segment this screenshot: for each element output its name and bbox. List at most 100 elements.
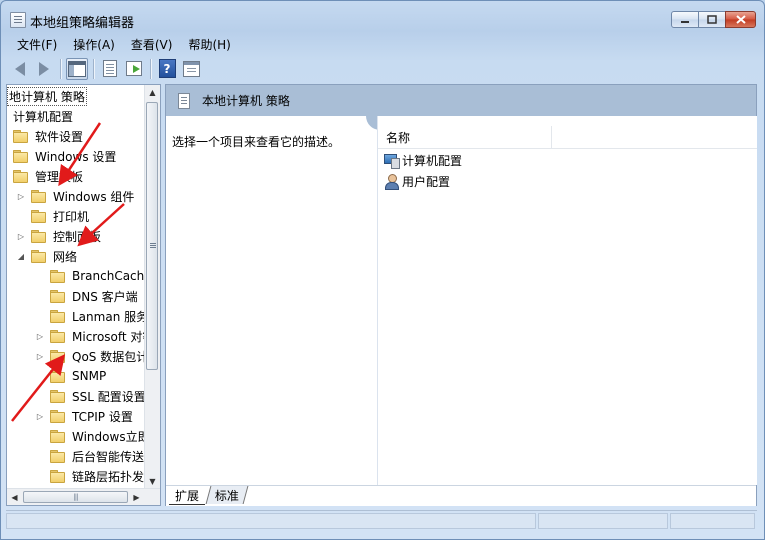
tree-item-windows-components[interactable]: ▷ Windows 组件	[17, 186, 146, 206]
properties-button[interactable]	[99, 58, 121, 80]
column-header-name[interactable]: 名称	[378, 126, 552, 148]
tree-item-windows-connect-now[interactable]: Windows立即连接	[50, 426, 146, 446]
title-bar[interactable]: 本地组策略编辑器	[1, 1, 764, 33]
list-item-label: 用户配置	[402, 174, 451, 189]
computer-icon	[384, 153, 400, 169]
action-pane-button[interactable]	[180, 58, 202, 80]
action-pane-icon	[182, 60, 200, 77]
folder-icon	[13, 150, 28, 163]
scroll-down-icon[interactable]: ▼	[145, 474, 160, 489]
app-icon	[10, 12, 26, 28]
tree-item-label: Lanman 服务器	[72, 309, 146, 324]
tree-item-label: 地计算机 策略	[7, 86, 87, 106]
list-item-computer-config[interactable]: 计算机配置	[384, 150, 462, 170]
details-body: 选择一个项目来查看它的描述。 名称 计算机配置 用户配置	[166, 116, 757, 485]
menu-bar: 文件(F) 操作(A) 查看(V) 帮助(H)	[9, 33, 758, 53]
details-pane: 本地计算机 策略 选择一个项目来查看它的描述。 名称 计算机配置 用户配置 扩展…	[165, 84, 757, 506]
tree-item-label: Windows立即连接	[72, 429, 146, 444]
tree-item-label: 软件设置	[35, 129, 84, 144]
tree-item-printers[interactable]: 打印机	[31, 206, 146, 226]
collapse-arrow-icon[interactable]: ◢	[17, 251, 25, 261]
back-button[interactable]	[9, 58, 31, 80]
description-text: 选择一个项目来查看它的描述。	[172, 135, 341, 149]
expand-arrow-icon[interactable]: ▷	[17, 231, 25, 241]
scroll-thumb[interactable]	[146, 102, 158, 370]
forward-button[interactable]	[33, 58, 55, 80]
details-header: 本地计算机 策略	[166, 85, 756, 116]
scroll-left-icon[interactable]: ◀	[7, 489, 22, 505]
tree-vertical-scrollbar[interactable]: ▲ ▼	[144, 85, 160, 489]
tab-label: 标准	[215, 488, 240, 503]
folder-icon	[50, 430, 65, 443]
expand-arrow-icon[interactable]: ▷	[36, 411, 44, 421]
tree-item-control-panel[interactable]: ▷ 控制面板	[17, 226, 146, 246]
tree-item-lanman-server[interactable]: Lanman 服务器	[50, 306, 146, 326]
list-item-user-config[interactable]: 用户配置	[384, 171, 450, 191]
tree-item-windows-settings[interactable]: Windows 设置	[13, 146, 146, 166]
menu-file[interactable]: 文件(F)	[9, 33, 65, 53]
expand-arrow-icon[interactable]: ▷	[17, 191, 25, 201]
tree-item-label: 打印机	[53, 209, 90, 224]
export-list-button[interactable]	[123, 58, 145, 80]
tree-item-label: SSL 配置设置	[72, 389, 146, 404]
scroll-right-icon[interactable]: ▶	[129, 489, 144, 505]
expand-arrow-icon[interactable]: ▷	[36, 351, 44, 361]
tree-item-label: BranchCache	[72, 269, 146, 283]
menu-help[interactable]: 帮助(H)	[180, 33, 238, 53]
tree-item-network[interactable]: ◢ 网络	[17, 246, 146, 266]
menu-view[interactable]: 查看(V)	[123, 33, 181, 53]
tree-item-label: TCPIP 设置	[72, 409, 133, 424]
tree-item-link-layer-topology[interactable]: 链路层拓扑发现	[50, 466, 146, 486]
tree-item-microsoft-p2p[interactable]: ▷ Microsoft 对等	[36, 326, 146, 346]
help-icon: ?	[158, 59, 176, 78]
help-button[interactable]: ?	[156, 58, 178, 80]
folder-icon	[50, 290, 65, 303]
toolbar-separator	[93, 58, 94, 79]
folder-icon	[50, 410, 65, 423]
console-tree: 地计算机 策略 计算机配置 软件设置 Windows 设置 管理模板 ▷ Win…	[6, 84, 161, 506]
tree-item-snmp[interactable]: SNMP	[50, 366, 146, 386]
user-icon	[384, 173, 399, 190]
list-item-label: 计算机配置	[402, 153, 463, 168]
expand-arrow-icon[interactable]: ▷	[36, 331, 44, 341]
policy-document-icon	[178, 92, 190, 109]
tree-item-local-policy[interactable]: 地计算机 策略	[7, 86, 146, 106]
show-hide-tree-button[interactable]	[66, 57, 88, 80]
menu-action[interactable]: 操作(A)	[65, 33, 123, 53]
tree-item-label: 控制面板	[53, 229, 102, 244]
minimize-button[interactable]	[671, 11, 699, 28]
toolbar-separator	[150, 58, 151, 79]
tree-item-label: Windows 设置	[35, 149, 117, 164]
scroll-thumb[interactable]: |||	[23, 491, 128, 503]
tree-item-qos[interactable]: ▷ QoS 数据包计划	[36, 346, 146, 366]
item-list: 名称 计算机配置 用户配置	[377, 116, 757, 485]
export-list-icon	[126, 61, 142, 76]
tree-item-label: Windows 组件	[53, 189, 135, 204]
maximize-button[interactable]	[698, 11, 726, 28]
folder-icon	[13, 170, 28, 183]
properties-icon	[103, 60, 117, 77]
folder-icon	[50, 270, 65, 283]
tree-list: 地计算机 策略 计算机配置 软件设置 Windows 设置 管理模板 ▷ Win…	[7, 85, 146, 489]
tree-item-label: 计算机配置	[13, 109, 74, 124]
folder-icon	[50, 390, 65, 403]
window-controls	[671, 11, 756, 28]
tree-item-admin-templates[interactable]: 管理模板	[13, 166, 146, 186]
folder-icon	[50, 470, 65, 483]
scroll-up-icon[interactable]: ▲	[145, 85, 160, 100]
close-button[interactable]	[725, 11, 756, 28]
tab-extended[interactable]: 扩展	[169, 486, 206, 505]
tree-item-software-settings[interactable]: 软件设置	[13, 126, 146, 146]
folder-icon	[50, 310, 65, 323]
folder-icon	[31, 210, 46, 223]
tree-item-dns-client[interactable]: DNS 客户端	[50, 286, 146, 306]
tree-item-ssl-config[interactable]: SSL 配置设置	[50, 386, 146, 406]
tree-item-bits[interactable]: 后台智能传送服务	[50, 446, 146, 466]
tab-standard[interactable]: 标准	[205, 486, 249, 504]
tree-horizontal-scrollbar[interactable]: ◀ ||| ▶	[7, 488, 160, 505]
toolbar: ?	[9, 55, 758, 82]
tree-item-label: 管理模板	[35, 169, 84, 184]
tree-item-tcpip[interactable]: ▷ TCPIP 设置	[36, 406, 146, 426]
tree-item-computer-config[interactable]: 计算机配置	[12, 106, 146, 126]
tree-item-branchcache[interactable]: BranchCache	[50, 266, 146, 286]
